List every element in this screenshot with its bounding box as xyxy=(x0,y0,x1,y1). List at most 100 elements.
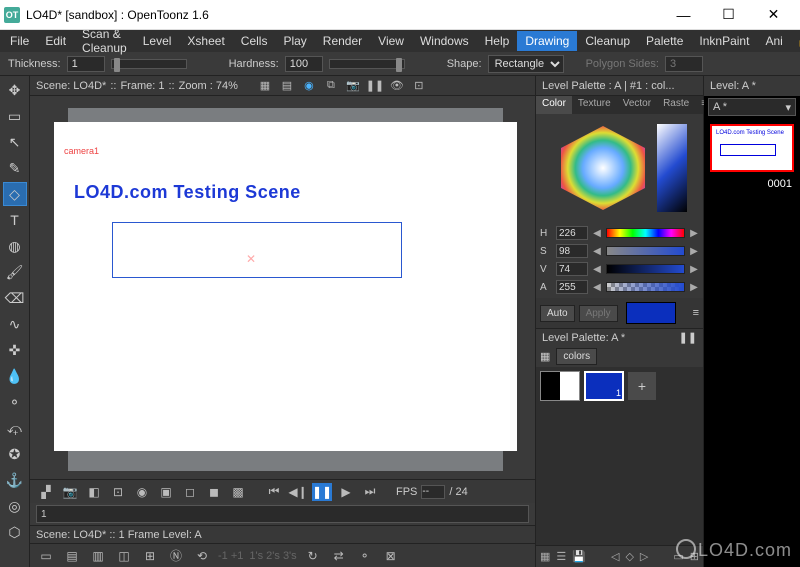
play-button[interactable]: ▶ xyxy=(336,483,356,501)
color-chip-0[interactable]: 0 xyxy=(540,371,580,401)
tool-style-picker[interactable]: ✜ xyxy=(3,338,27,362)
a-slider[interactable] xyxy=(606,282,685,292)
h-right-icon[interactable]: ▶ xyxy=(689,228,699,239)
tool-pinch[interactable]: ⤽ xyxy=(3,416,27,440)
camera-view-icon[interactable]: 📷 xyxy=(344,78,362,94)
apply-button[interactable]: Apply xyxy=(579,305,618,322)
menu-help[interactable]: Help xyxy=(477,31,518,51)
pal-newstyle-icon[interactable]: ⊞ xyxy=(690,550,699,563)
compare-icon[interactable]: ◧ xyxy=(84,483,104,501)
shape-select[interactable]: Rectangle xyxy=(488,55,564,73)
value-triangle[interactable] xyxy=(657,124,687,212)
menu-scan-cleanup[interactable]: Scan & Cleanup xyxy=(74,24,135,58)
v-right-icon[interactable]: ▶ xyxy=(689,264,699,275)
tab-raster[interactable]: Raste xyxy=(657,96,695,114)
tool-edit[interactable]: ↖ xyxy=(3,130,27,154)
tool-skeleton[interactable]: ✪ xyxy=(3,442,27,466)
room-drawing[interactable]: Drawing xyxy=(517,31,577,51)
tool-tracker[interactable]: ◎ xyxy=(3,494,27,518)
s-input[interactable] xyxy=(556,244,588,258)
tool-tape[interactable]: ∿ xyxy=(3,312,27,336)
swatch-menu-icon[interactable]: ≡ xyxy=(693,307,699,319)
3d-view-icon[interactable]: ⧉ xyxy=(322,78,340,94)
tool-brush[interactable]: ✎ xyxy=(3,156,27,180)
prev-frame-button[interactable]: ◀❙ xyxy=(288,483,308,501)
preview-icon[interactable]: 👁 xyxy=(388,78,406,94)
lock-icon[interactable]: 🔓 xyxy=(791,31,800,51)
level-thumbnail[interactable]: LO4D.com Testing Scene xyxy=(710,124,794,172)
pal-prev-icon[interactable]: ◁ xyxy=(611,550,619,563)
xs-new-icon[interactable]: ▭ xyxy=(36,547,56,565)
h-input[interactable] xyxy=(556,226,588,240)
xs-autofill-icon[interactable]: ⊠ xyxy=(381,547,401,565)
menu-cells[interactable]: Cells xyxy=(233,31,276,51)
tool-plastic[interactable]: ⬡ xyxy=(3,520,27,544)
grid-icon[interactable]: ▦ xyxy=(540,350,550,363)
a-right-icon[interactable]: ▶ xyxy=(689,282,699,293)
pal-next-icon[interactable]: ▷ xyxy=(640,550,648,563)
menu-xsheet[interactable]: Xsheet xyxy=(179,31,232,51)
pal-save-icon[interactable]: 💾 xyxy=(572,550,586,563)
pause-button[interactable]: ❚❚ xyxy=(312,483,332,501)
menu-windows[interactable]: Windows xyxy=(412,31,477,51)
xs-swing-icon[interactable]: ⇄ xyxy=(329,547,349,565)
xs-random-icon[interactable]: ⚬ xyxy=(355,547,375,565)
tool-eraser[interactable]: ⌫ xyxy=(3,286,27,310)
first-frame-button[interactable]: ⏮ xyxy=(264,483,284,501)
tool-paintbrush[interactable]: 🖌 xyxy=(3,260,27,284)
v-slider[interactable] xyxy=(606,264,685,274)
last-frame-button[interactable]: ⏭ xyxy=(360,483,380,501)
field-guide-icon[interactable]: ▤ xyxy=(278,78,296,94)
add-color-button[interactable]: + xyxy=(628,372,656,400)
tool-fill[interactable]: ◍ xyxy=(3,234,27,258)
menu-file[interactable]: File xyxy=(2,31,37,51)
histogram-icon[interactable]: ▞ xyxy=(36,483,56,501)
bg-check-icon[interactable]: ▩ xyxy=(228,483,248,501)
xs-reframe-icon[interactable]: ⟲ xyxy=(192,547,212,565)
view-mode-icon[interactable]: ▣ xyxy=(156,483,176,501)
tool-hook[interactable]: ⚓ xyxy=(3,468,27,492)
xs-onion-icon[interactable]: Ⓝ xyxy=(166,547,186,565)
bg-black-icon[interactable]: ◼ xyxy=(204,483,224,501)
window-minimize[interactable]: — xyxy=(661,1,706,29)
s-slider[interactable] xyxy=(606,246,685,256)
window-close[interactable]: ✕ xyxy=(751,1,796,29)
freeze-icon[interactable]: ❚❚ xyxy=(366,78,384,94)
xs-repeat-icon[interactable]: ▥ xyxy=(88,547,108,565)
tab-texture[interactable]: Texture xyxy=(572,96,617,114)
v-input[interactable] xyxy=(556,262,588,276)
color-chip-1[interactable]: 1 xyxy=(584,371,624,401)
tool-type[interactable]: T xyxy=(3,208,27,232)
define-subcam-icon[interactable]: ⊡ xyxy=(108,483,128,501)
menu-level[interactable]: Level xyxy=(135,31,180,51)
room-cleanup[interactable]: Cleanup xyxy=(577,31,638,51)
canvas-viewport[interactable]: camera1 LO4D.com Testing Scene ✕ xyxy=(30,96,535,479)
color-hexagon[interactable] xyxy=(536,114,703,222)
s-left-icon[interactable]: ◀ xyxy=(592,246,602,257)
snapshot-icon[interactable]: 📷 xyxy=(60,483,80,501)
subcam-preview-icon[interactable]: ⊡ xyxy=(410,78,428,94)
hardness-slider[interactable] xyxy=(329,59,405,69)
hardness-input[interactable] xyxy=(285,56,323,72)
colors-page-button[interactable]: colors xyxy=(556,348,597,365)
thickness-input[interactable] xyxy=(67,56,105,72)
room-inknpaint[interactable]: InknPaint xyxy=(691,31,757,51)
tool-control-point[interactable]: ⚬ xyxy=(3,390,27,414)
pal-newpage-icon[interactable]: ▭ xyxy=(673,550,683,563)
thickness-slider[interactable] xyxy=(111,59,187,69)
window-maximize[interactable]: ☐ xyxy=(706,1,751,29)
onion-icon[interactable]: ◉ xyxy=(132,483,152,501)
v-left-icon[interactable]: ◀ xyxy=(592,264,602,275)
frame-slider[interactable]: 1 xyxy=(36,505,529,523)
menu-view[interactable]: View xyxy=(370,31,412,51)
xs-subscene-icon[interactable]: ⊞ xyxy=(140,547,160,565)
fps-input[interactable] xyxy=(421,485,445,499)
tab-vector[interactable]: Vector xyxy=(617,96,657,114)
level-selector[interactable]: A *▾ xyxy=(708,98,796,116)
palette-pause-icon[interactable]: ❚❚ xyxy=(679,331,697,344)
s-right-icon[interactable]: ▶ xyxy=(689,246,699,257)
a-left-icon[interactable]: ◀ xyxy=(592,282,602,293)
menu-render[interactable]: Render xyxy=(315,31,370,51)
tool-selection[interactable]: ▭ xyxy=(3,104,27,128)
xs-collapse-icon[interactable]: ▤ xyxy=(62,547,82,565)
